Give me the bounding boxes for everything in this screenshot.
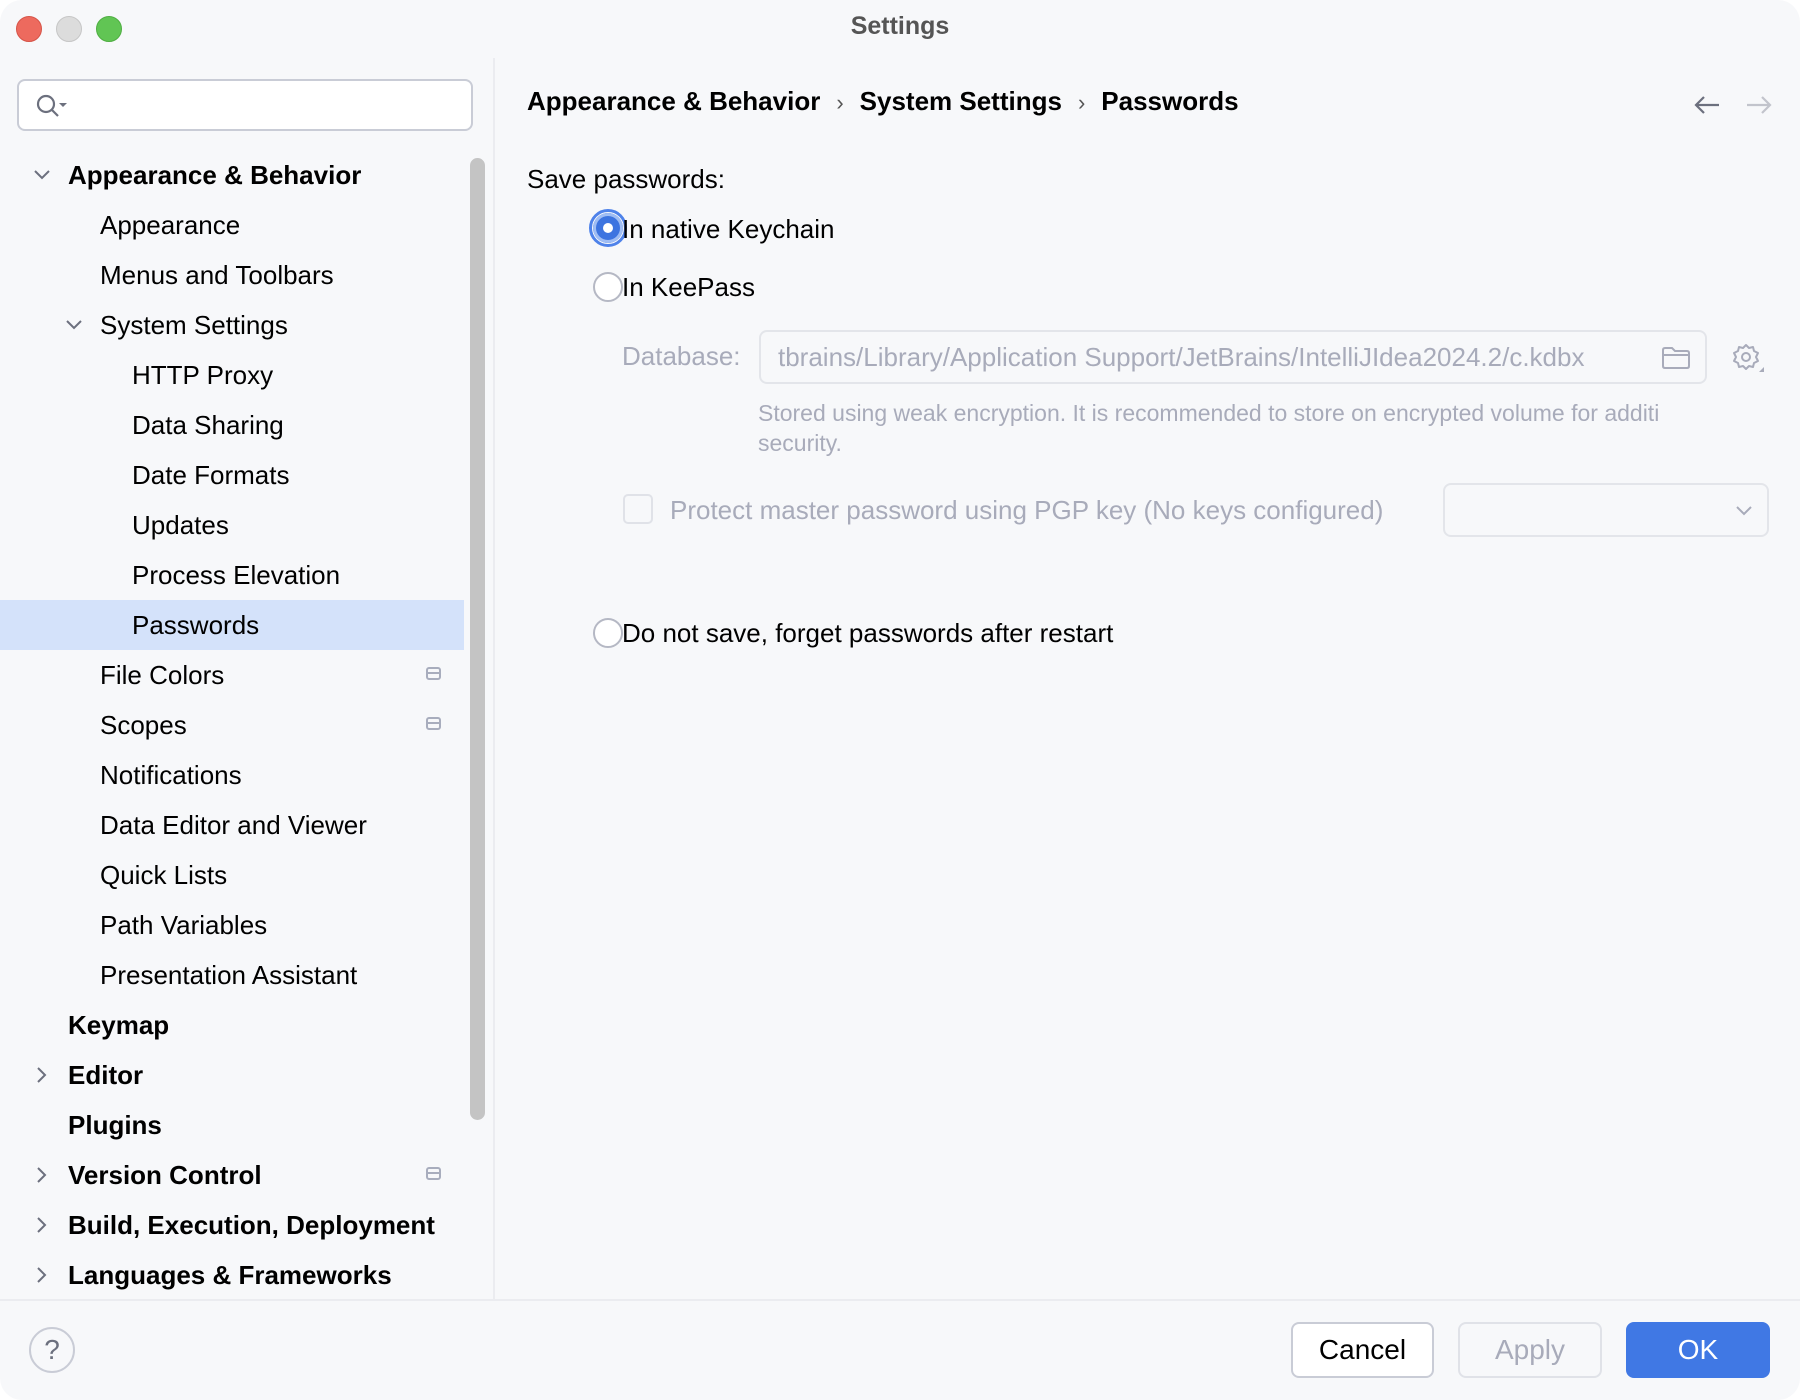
database-path-field[interactable]: tbrains/Library/Application Support/JetB… (759, 330, 1707, 384)
sidebar-item[interactable]: Presentation Assistant (0, 950, 464, 1000)
sidebar-item-label: Quick Lists (100, 860, 228, 890)
chevron-right-icon[interactable] (30, 1150, 54, 1200)
breadcrumb-separator: › (1077, 90, 1086, 115)
search-icon (36, 94, 67, 117)
radio-keepass[interactable] (593, 272, 623, 302)
breadcrumb-separator: › (836, 90, 844, 115)
sidebar-item-label: Appearance (100, 210, 241, 240)
radio-do-not-save-label[interactable]: Do not save, forget passwords after rest… (622, 618, 1113, 649)
sidebar-item-label: Date Formats (132, 460, 290, 490)
footer-divider (0, 1299, 1800, 1301)
sidebar-item-label: Keymap (68, 1010, 170, 1040)
sidebar-item[interactable]: Scopes (0, 700, 464, 750)
sidebar-scrollbar[interactable] (470, 158, 485, 1120)
help-button[interactable]: ? (29, 1327, 75, 1373)
forward-arrow-icon[interactable] (1745, 94, 1773, 121)
sidebar-item-label: Presentation Assistant (100, 960, 358, 990)
sidebar-item[interactable]: Version Control (0, 1150, 464, 1200)
search-input[interactable] (17, 79, 473, 131)
sidebar-item[interactable]: System Settings (0, 300, 464, 350)
sidebar-item-label: HTTP Proxy (132, 360, 274, 390)
chevron-right-icon[interactable] (30, 1050, 54, 1100)
sidebar-item-label: Editor (68, 1060, 144, 1090)
pgp-checkbox-label[interactable]: Protect master password using PGP key (N… (670, 495, 1383, 526)
radio-native-keychain-label[interactable]: In native Keychain (622, 214, 834, 245)
chevron-right-icon[interactable] (30, 1250, 54, 1300)
sidebar-item[interactable]: Menus and Toolbars (0, 250, 464, 300)
chevron-down-icon[interactable] (30, 150, 54, 200)
encryption-hint: Stored using weak encryption. It is reco… (758, 398, 1770, 458)
sidebar-item[interactable]: Data Editor and Viewer (0, 800, 464, 850)
breadcrumb-item[interactable]: System Settings (860, 86, 1062, 116)
sidebar-item-label: File Colors (100, 660, 225, 690)
radio-do-not-save[interactable] (593, 618, 623, 648)
database-path-value: tbrains/Library/Application Support/JetB… (778, 342, 1585, 372)
radio-native-keychain[interactable] (589, 209, 627, 247)
sidebar-item[interactable]: File Colors (0, 650, 464, 700)
sidebar-item[interactable]: HTTP Proxy (0, 350, 464, 400)
pgp-key-dropdown[interactable] (1443, 483, 1769, 537)
project-level-icon (426, 667, 441, 680)
pgp-checkbox[interactable] (623, 494, 653, 524)
sidebar-item-label: Process Elevation (132, 560, 341, 590)
sidebar-item-label: Scopes (100, 710, 187, 740)
sidebar-item-label: Passwords (132, 610, 260, 640)
title-bar: Settings (0, 0, 1800, 56)
project-level-icon (426, 717, 441, 730)
window-title: Settings (850, 12, 950, 40)
sidebar-item[interactable]: Path Variables (0, 900, 464, 950)
sidebar-item[interactable]: Data Sharing (0, 400, 464, 450)
hint-line: security. (758, 430, 842, 456)
sidebar-item[interactable]: Quick Lists (0, 850, 464, 900)
save-passwords-label: Save passwords: (527, 164, 725, 194)
sidebar-item-label: Plugins (68, 1110, 162, 1140)
settings-sidebar: Appearance & Behavior Appearance Menus and… (0, 56, 493, 1300)
sidebar-item-label: Notifications (100, 760, 242, 790)
sidebar-item-label: Path Variables (100, 910, 268, 940)
breadcrumb-item[interactable]: Appearance & Behavior (527, 86, 820, 116)
database-label: Database: (622, 341, 741, 371)
sidebar-item-label: Appearance & Behavior (68, 160, 362, 190)
ok-button[interactable]: OK (1626, 1322, 1770, 1378)
sidebar-item[interactable]: Appearance & Behavior (0, 150, 464, 200)
sidebar-item-label: System Settings (100, 310, 288, 340)
gear-icon[interactable] (1731, 342, 1765, 381)
sidebar-item-label: Updates (132, 510, 229, 540)
sidebar-item-label: Languages & Frameworks (68, 1260, 392, 1290)
folder-icon[interactable] (1661, 346, 1691, 375)
cancel-button[interactable]: Cancel (1291, 1322, 1434, 1378)
apply-button[interactable]: Apply (1458, 1322, 1602, 1378)
sidebar-item-label: Data Editor and Viewer (100, 810, 367, 840)
back-arrow-icon[interactable] (1693, 94, 1721, 121)
settings-content: Appearance & Behavior › System Settings › Pa… (495, 56, 1800, 1300)
sidebar-item[interactable]: Date Formats (0, 450, 464, 500)
sidebar-item[interactable]: Process Elevation (0, 550, 464, 600)
hint-line: Stored using weak encryption. It is reco… (758, 400, 1660, 426)
settings-tree: Appearance & Behavior Appearance Menus and… (0, 150, 464, 1300)
sidebar-item-label: Data Sharing (132, 410, 284, 440)
chevron-right-icon[interactable] (30, 1200, 54, 1250)
sidebar-item[interactable]: Notifications (0, 750, 464, 800)
sidebar-item[interactable]: Keymap (0, 1000, 464, 1050)
project-level-icon (426, 1167, 441, 1180)
chevron-down-icon[interactable] (62, 300, 86, 350)
sidebar-item[interactable]: Plugins (0, 1100, 464, 1150)
sidebar-item[interactable]: Appearance (0, 200, 464, 250)
sidebar-item-label: Build, Execution, Deployment (68, 1210, 435, 1240)
sidebar-item[interactable]: Editor (0, 1050, 464, 1100)
sidebar-item[interactable]: Updates (0, 500, 464, 550)
sidebar-item-label: Menus and Toolbars (100, 260, 334, 290)
radio-keepass-label[interactable]: In KeePass (622, 272, 755, 303)
sidebar-item-label: Version Control (68, 1160, 262, 1190)
sidebar-item[interactable]: Build, Execution, Deployment (0, 1200, 464, 1250)
settings-window: Settings Appearance & Behavior Appearance… (0, 0, 1800, 1400)
chevron-down-icon (1736, 506, 1752, 516)
sidebar-item[interactable]: Passwords (0, 600, 464, 650)
sidebar-item[interactable]: Languages & Frameworks (0, 1250, 464, 1300)
breadcrumb: Appearance & Behavior › System Settings › Pa… (527, 86, 1239, 117)
breadcrumb-item: Passwords (1101, 86, 1239, 116)
